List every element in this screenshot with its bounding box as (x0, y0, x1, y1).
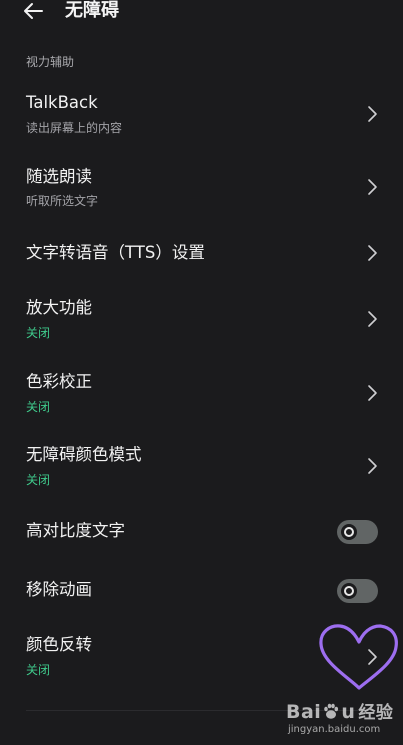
setting-subtitle: 读出屏幕上的内容 (26, 121, 123, 135)
setting-row-tts[interactable]: 文字转语音（TTS）设置 (0, 232, 403, 276)
setting-title: TalkBack (26, 93, 98, 112)
setting-row-color-correction[interactable]: 色彩校正 关闭 (0, 368, 403, 424)
chevron-right-icon (368, 458, 377, 474)
setting-row-accessibility-color-mode[interactable]: 无障碍颜色模式 关闭 (0, 441, 403, 497)
status-text: 关闭 (26, 326, 51, 340)
setting-title: 无障碍颜色模式 (26, 445, 142, 464)
section-header-vision: 视力辅助 (26, 55, 75, 69)
setting-row-remove-animations[interactable]: 移除动画 (0, 569, 403, 613)
setting-row-high-contrast-text[interactable]: 高对比度文字 (0, 510, 403, 554)
toggle-knob (341, 583, 357, 599)
setting-row-talkback[interactable]: TalkBack 读出屏幕上的内容 (0, 88, 403, 144)
page-title: 无障碍 (65, 0, 119, 21)
watermark-brand-suffix: 经验 (358, 703, 394, 723)
setting-title: 移除动画 (26, 580, 92, 599)
chevron-right-icon (368, 106, 377, 122)
chevron-right-icon (368, 311, 377, 327)
setting-title: 颜色反转 (26, 635, 92, 654)
setting-title: 色彩校正 (26, 372, 92, 391)
high-contrast-text-toggle[interactable] (337, 520, 378, 544)
setting-subtitle: 听取所选文字 (26, 194, 99, 208)
paw-icon (324, 703, 339, 719)
toggle-knob (341, 524, 357, 540)
status-text: 关闭 (26, 473, 51, 487)
back-button[interactable] (20, 1, 46, 21)
setting-title: 文字转语音（TTS）设置 (26, 243, 205, 262)
chevron-right-icon (368, 179, 377, 195)
heart-annotation-icon (319, 624, 398, 690)
chevron-right-icon (368, 385, 377, 401)
remove-animations-toggle[interactable] (337, 579, 378, 603)
setting-title: 放大功能 (26, 298, 92, 317)
chevron-right-icon (368, 245, 377, 261)
watermark-url: jingyan.baidu.com (288, 724, 381, 735)
top-app-bar: 无障碍 (0, 0, 403, 26)
setting-row-select-to-speak[interactable]: 随选朗读 听取所选文字 (0, 162, 403, 218)
arrow-left-icon (24, 3, 43, 19)
status-text: 关闭 (26, 663, 51, 677)
watermark-brand-right: u (341, 701, 356, 723)
baidu-jingyan-watermark: Bai u 经验 jingyan.baidu.com (286, 698, 401, 743)
accessibility-settings-screen: 无障碍 视力辅助 TalkBack 读出屏幕上的内容 随选朗读 听取所选文字 文… (0, 0, 403, 745)
setting-title: 随选朗读 (26, 167, 92, 186)
status-text: 关闭 (26, 400, 51, 414)
watermark-brand-left: Bai (286, 701, 322, 723)
setting-title: 高对比度文字 (26, 521, 125, 540)
setting-row-magnification[interactable]: 放大功能 关闭 (0, 294, 403, 350)
watermark-brand: Bai u 经验 (286, 698, 393, 723)
